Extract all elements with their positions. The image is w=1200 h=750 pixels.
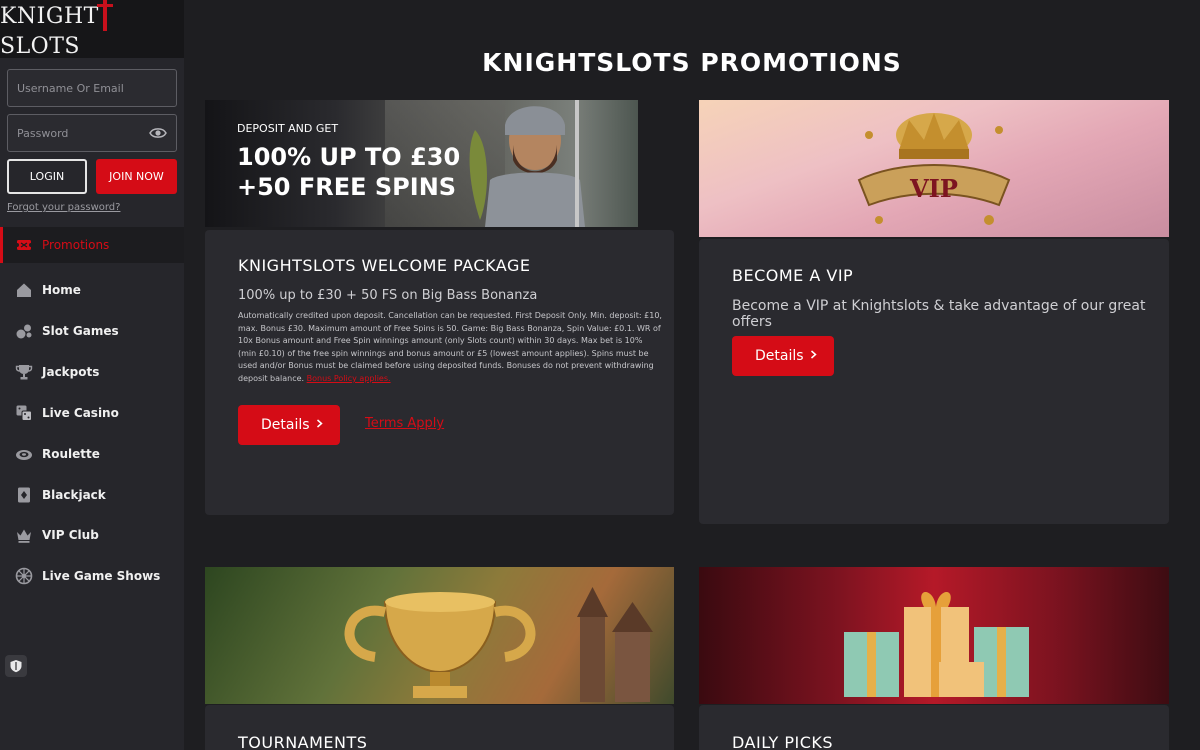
promo-title: DAILY PICKS — [732, 733, 834, 750]
sword-icon — [96, 0, 113, 31]
sidebar-item-roulette[interactable]: Roulette — [0, 436, 184, 472]
sidebar-item-slot-games[interactable]: Slot Games — [0, 313, 184, 349]
bonus-policy-link[interactable]: Bonus Policy applies. — [307, 374, 391, 383]
password-input[interactable] — [17, 126, 149, 140]
username-input[interactable] — [17, 81, 167, 95]
tournaments-banner[interactable] — [205, 567, 674, 704]
details-label: Details — [755, 348, 804, 364]
sidebar-item-label: Promotions — [42, 238, 110, 252]
username-field[interactable] — [7, 69, 177, 107]
sidebar-item-live-game-shows[interactable]: Live Game Shows — [0, 558, 184, 594]
site-logo[interactable]: KNIGHT SLOTS — [0, 0, 184, 59]
terms-apply-link[interactable]: Terms Apply — [365, 416, 444, 431]
sidebar-item-label: VIP Club — [42, 528, 99, 542]
promo-card-tournaments: TOURNAMENTS — [205, 705, 674, 750]
dice-icon — [0, 404, 42, 422]
logo-text: KNIGHT SLOTS — [0, 0, 184, 59]
gift-boxes-illustration — [844, 592, 1029, 697]
slot-games-icon — [0, 322, 42, 340]
sidebar-item-promotions[interactable]: Promotions — [0, 227, 184, 263]
sidebar-item-label: Live Casino — [42, 406, 119, 420]
sidebar: KNIGHT SLOTS LOGIN JOIN NOW Forgot your p… — [0, 0, 184, 750]
banner-headline: 100% UP TO £30 +50 FREE SPINS — [237, 142, 460, 202]
sidebar-item-label: Jackpots — [42, 365, 100, 379]
sidebar-item-label: Home — [42, 283, 81, 297]
promo-subtitle: 100% up to £30 + 50 FS on Big Bass Bonan… — [238, 288, 538, 303]
ticket-icon — [0, 236, 42, 254]
page-title: KNIGHTSLOTS PROMOTIONS — [482, 48, 902, 77]
promo-terms-text: Automatically credited upon deposit. Can… — [238, 310, 662, 386]
banner-eyebrow: DEPOSIT AND GET — [237, 122, 339, 135]
chevron-right-icon — [811, 350, 817, 359]
vip-banner[interactable]: VIP — [699, 100, 1169, 237]
sidebar-item-label: Slot Games — [42, 324, 119, 338]
knight-illustration — [469, 100, 585, 227]
logo-text-left: KNIGHT — [0, 3, 99, 29]
terms-body: Automatically credited upon deposit. Can… — [238, 311, 662, 383]
password-field[interactable] — [7, 114, 177, 152]
banner-headline-line2: +50 FREE SPINS — [237, 173, 457, 201]
promo-card-welcome: KNIGHTSLOTS WELCOME PACKAGE 100% up to £… — [205, 230, 674, 515]
details-button[interactable]: Details — [238, 405, 340, 445]
daily-picks-banner[interactable] — [699, 567, 1169, 704]
sidebar-item-vip-club[interactable]: VIP Club — [0, 517, 184, 553]
roulette-icon — [0, 445, 42, 463]
login-button[interactable]: LOGIN — [7, 159, 87, 194]
banner-headline-line1: 100% UP TO £30 — [237, 143, 461, 171]
details-label: Details — [261, 417, 310, 433]
sidebar-item-home[interactable]: Home — [0, 272, 184, 308]
join-now-button[interactable]: JOIN NOW — [96, 159, 177, 194]
trophy-cup-illustration — [344, 592, 536, 698]
promo-card-daily-picks: DAILY PICKS — [699, 705, 1169, 750]
vip-banner-text: VIP — [909, 174, 958, 203]
cards-icon — [0, 486, 42, 504]
sidebar-item-live-casino[interactable]: Live Casino — [0, 395, 184, 431]
welcome-banner[interactable]: DEPOSIT AND GET 100% UP TO £30 +50 FREE … — [205, 100, 638, 227]
logo-text-right: SLOTS — [0, 33, 80, 59]
promo-title: KNIGHTSLOTS WELCOME PACKAGE — [238, 256, 531, 275]
eye-icon[interactable] — [149, 126, 167, 140]
sidebar-item-label: Live Game Shows — [42, 569, 161, 583]
shield-icon[interactable] — [5, 655, 27, 677]
promo-title: TOURNAMENTS — [238, 733, 368, 750]
sidebar-item-jackpots[interactable]: Jackpots — [0, 354, 184, 390]
castle-tower-illustration — [577, 587, 653, 702]
sidebar-item-blackjack[interactable]: Blackjack — [0, 477, 184, 513]
sidebar-item-label: Blackjack — [42, 488, 106, 502]
promo-card-vip: BECOME A VIP Become a VIP at Knightslots… — [699, 239, 1169, 524]
details-button[interactable]: Details — [732, 336, 834, 376]
trophy-icon — [0, 363, 42, 381]
wheel-icon — [0, 567, 42, 585]
sidebar-item-label: Roulette — [42, 447, 100, 461]
home-icon — [0, 281, 42, 299]
promo-title: BECOME A VIP — [732, 266, 854, 285]
vip-crown-illustration: VIP — [857, 113, 1011, 225]
crown-icon — [0, 526, 42, 544]
promo-subtitle: Become a VIP at Knightslots & take advan… — [732, 298, 1146, 330]
chevron-right-icon — [317, 419, 323, 428]
forgot-password-link[interactable]: Forgot your password? — [7, 202, 120, 213]
